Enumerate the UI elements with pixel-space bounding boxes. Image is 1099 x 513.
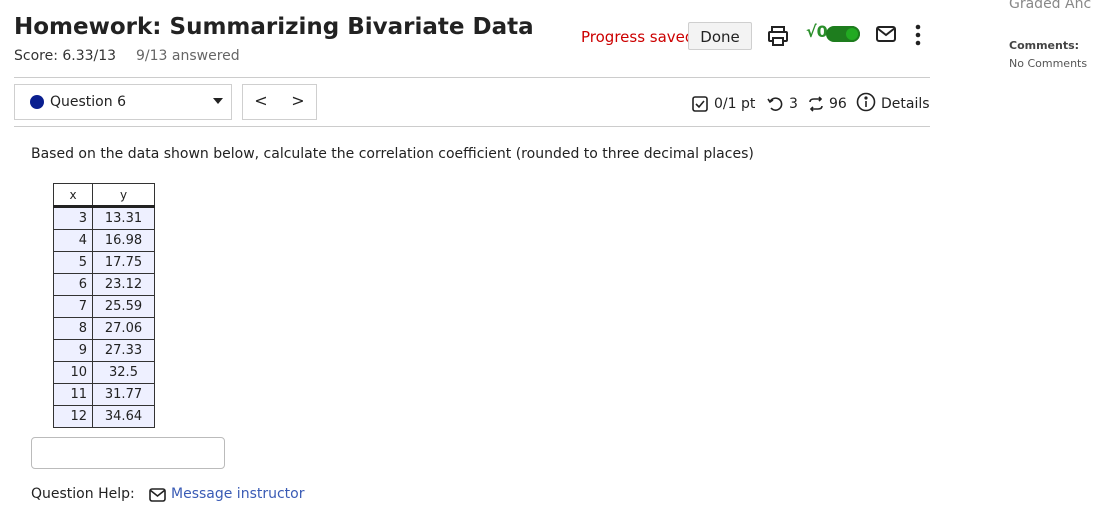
printer-icon[interactable] xyxy=(766,24,790,48)
cell-y: 27.33 xyxy=(92,339,155,362)
table-row: 11 31.77 xyxy=(53,383,155,406)
next-question-button[interactable]: > xyxy=(280,85,316,119)
cell-x: 12 xyxy=(53,405,93,428)
cell-y: 17.75 xyxy=(92,251,155,274)
checkbox-icon xyxy=(692,96,708,112)
toggle-knob xyxy=(844,26,860,42)
table-row: 4 16.98 xyxy=(53,229,155,252)
attempts-icon xyxy=(807,96,825,112)
table-row: 6 23.12 xyxy=(53,273,155,296)
answer-input[interactable] xyxy=(31,437,225,469)
side-panel-heading: Graded Anc xyxy=(1009,0,1092,12)
cell-y: 23.12 xyxy=(92,273,155,296)
mail-icon xyxy=(149,487,166,502)
table-row: 12 34.64 xyxy=(53,405,155,428)
cell-x: 4 xyxy=(53,229,93,252)
table-row: 10 32.5 xyxy=(53,361,155,384)
cell-y: 27.06 xyxy=(92,317,155,340)
cell-x: 7 xyxy=(53,295,93,318)
table-row: 8 27.06 xyxy=(53,317,155,340)
cell-x: 8 xyxy=(53,317,93,340)
cell-y: 25.59 xyxy=(92,295,155,318)
answered-count: 9/13 answered xyxy=(136,48,240,64)
caret-down-icon xyxy=(213,98,223,104)
cell-y: 31.77 xyxy=(92,383,155,406)
question-help-label: Question Help: xyxy=(31,486,135,502)
table-header-y: y xyxy=(92,183,155,208)
mail-icon[interactable] xyxy=(876,26,896,42)
nav-divider xyxy=(14,126,930,127)
table-row: 9 27.33 xyxy=(53,339,155,362)
previous-question-button[interactable]: < xyxy=(243,85,279,119)
math-keyboard-icon: √0 xyxy=(806,22,828,41)
comments-value: No Comments xyxy=(1009,57,1088,70)
cell-y: 34.64 xyxy=(92,405,155,428)
comments-label: Comments: xyxy=(1009,39,1080,52)
score-text: Score: 6.33/13 xyxy=(14,48,117,64)
cell-x: 6 xyxy=(53,273,93,296)
table-row: 7 25.59 xyxy=(53,295,155,318)
table-header-x: x xyxy=(53,183,93,208)
points-text: 0/1 pt xyxy=(714,96,756,112)
table-row: 3 13.31 xyxy=(53,206,155,230)
cell-y: 13.31 xyxy=(92,206,155,230)
more-options-icon[interactable] xyxy=(914,23,922,47)
page-title: Homework: Summarizing Bivariate Data xyxy=(14,14,534,40)
cell-y: 32.5 xyxy=(92,361,155,384)
cell-x: 10 xyxy=(53,361,93,384)
header-divider xyxy=(14,77,930,78)
cell-x: 5 xyxy=(53,251,93,274)
details-link[interactable]: Details xyxy=(881,96,930,112)
progress-saved-status: Progress saved xyxy=(581,28,695,46)
data-table: x y 3 13.31 4 16.98 5 17.75 6 23.12 7 25.59 8… xyxy=(53,183,155,428)
retry-icon xyxy=(767,96,783,112)
cell-x: 3 xyxy=(53,206,93,230)
info-icon[interactable] xyxy=(856,92,876,112)
cell-x: 11 xyxy=(53,383,93,406)
table-row: 5 17.75 xyxy=(53,251,155,274)
question-select-label: Question 6 xyxy=(50,94,126,110)
question-text: Based on the data shown below, calculate… xyxy=(31,146,754,162)
done-button[interactable]: Done xyxy=(688,22,752,50)
cell-x: 9 xyxy=(53,339,93,362)
question-status-dot xyxy=(30,95,44,109)
attempts-count: 96 xyxy=(829,96,847,112)
message-instructor-link[interactable]: Message instructor xyxy=(171,486,305,502)
retries-count: 3 xyxy=(789,96,798,112)
cell-y: 16.98 xyxy=(92,229,155,252)
